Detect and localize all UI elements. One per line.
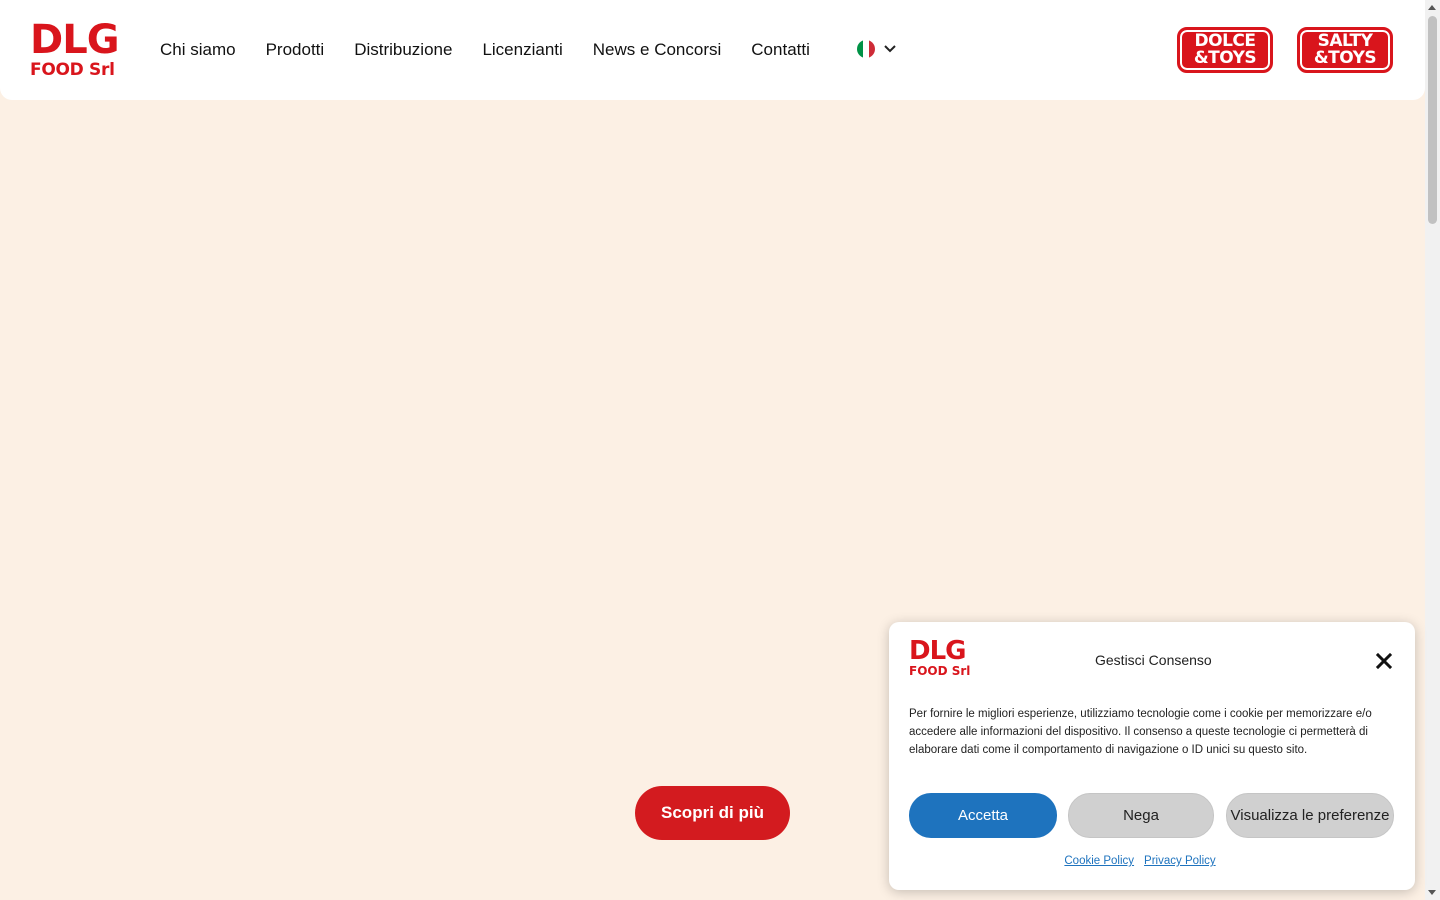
scroll-thumb[interactable] [1428,16,1437,224]
deny-button[interactable]: Nega [1068,793,1214,838]
nav-chi-siamo[interactable]: Chi siamo [160,40,236,60]
cookie-consent-dialog: DLG FOOD Srl Gestisci Consenso Per forni… [889,622,1415,890]
site-header: DLG FOOD Srl Chi siamo Prodotti Distribu… [0,0,1425,100]
cookie-dlg-logo: DLG FOOD Srl [909,638,970,677]
dlg-food-logo[interactable]: DLG FOOD Srl [30,20,130,80]
brand-line2: &TOYS [1193,48,1257,68]
nav-contatti[interactable]: Contatti [751,40,810,60]
cookie-title: Gestisci Consenso [1095,652,1212,668]
salty-toys-logo[interactable]: SALTY &TOYS [1297,27,1393,73]
language-selector[interactable] [857,40,896,58]
page-scrollbar[interactable] [1425,0,1440,900]
nav-licenzianti[interactable]: Licenzianti [482,40,562,60]
dolce-toys-logo[interactable]: DOLCE &TOYS [1177,27,1273,73]
nav-prodotti[interactable]: Prodotti [266,40,325,60]
main-nav: Chi siamo Prodotti Distribuzione Licenzi… [160,0,840,100]
italian-flag-icon [857,40,875,58]
privacy-policy-link[interactable]: Privacy Policy [1144,855,1216,867]
close-icon[interactable] [1375,652,1393,670]
chevron-down-icon [884,45,896,53]
accept-button[interactable]: Accetta [909,793,1057,838]
brand-line2: &TOYS [1313,48,1377,68]
scopri-di-piu-button[interactable]: Scopri di più [635,786,790,840]
nav-news-concorsi[interactable]: News e Concorsi [593,40,722,60]
logo-line1: DLG [909,636,967,666]
cookie-links: Cookie Policy Privacy Policy [889,855,1391,867]
logo-line2: FOOD Srl [30,60,115,80]
view-preferences-button[interactable]: Visualizza le preferenze [1226,793,1394,838]
cookie-policy-link[interactable]: Cookie Policy [1064,855,1134,867]
scroll-down-arrow-icon[interactable] [1428,890,1436,895]
scroll-up-arrow-icon[interactable] [1428,5,1436,10]
logo-line2: FOOD Srl [909,664,971,678]
cookie-description: Per fornire le migliori esperienze, util… [909,708,1372,756]
nav-distribuzione[interactable]: Distribuzione [354,40,452,60]
logo-line1: DLG [30,17,120,63]
